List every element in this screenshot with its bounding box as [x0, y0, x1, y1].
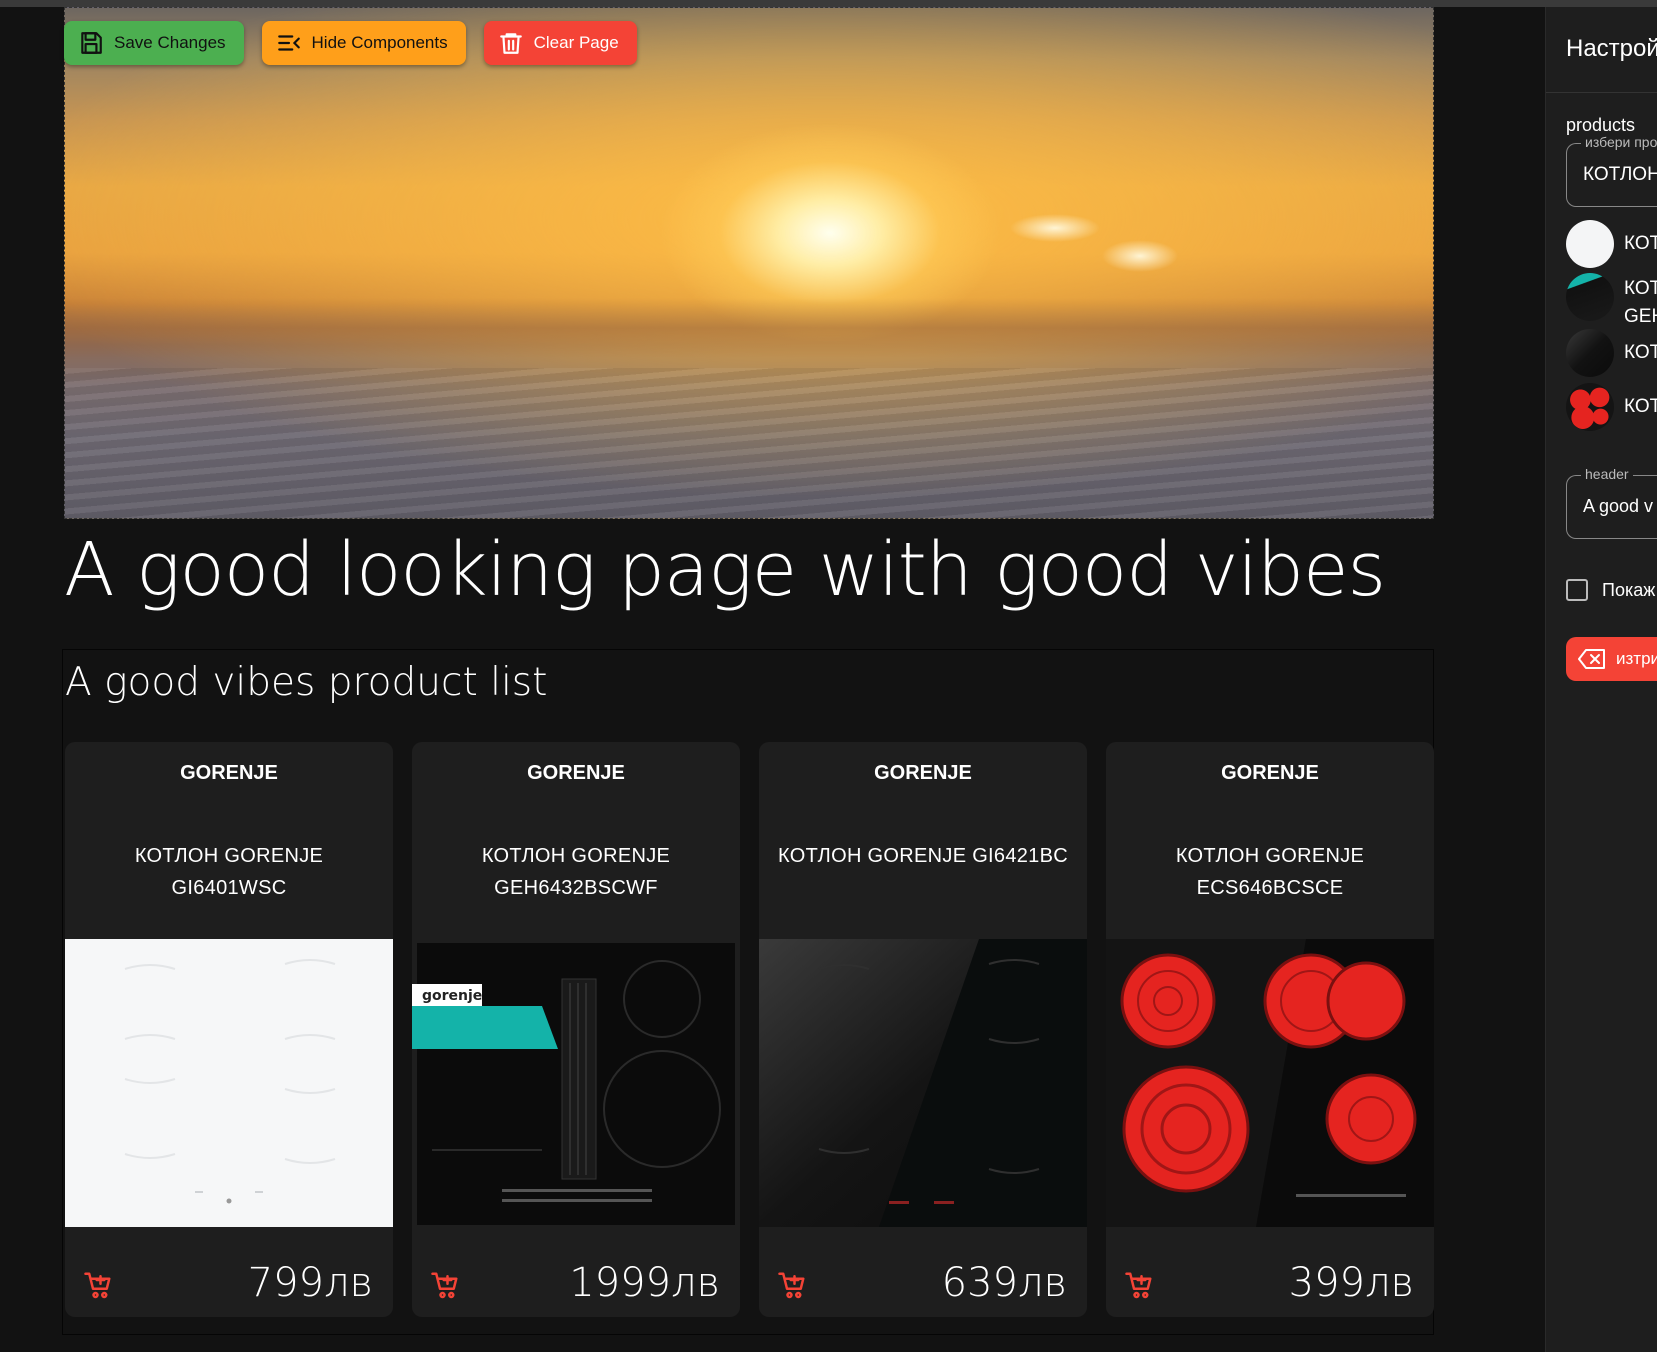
product-option-thumb — [1566, 220, 1614, 268]
product-image: gorenje — [412, 939, 740, 1227]
page-canvas: Save Changes Hide Components Clear Page … — [0, 7, 1545, 1352]
product-option-label: КОТ — [1624, 278, 1657, 299]
settings-panel: Настрой products избери про КОТЛОН КОТ К… — [1545, 7, 1657, 1352]
add-to-cart-icon[interactable] — [1124, 1270, 1154, 1300]
product-list-section: A good vibes product list GORENJE КОТЛОН… — [62, 649, 1434, 1335]
product-image — [1106, 939, 1434, 1227]
product-option-thumb — [1566, 383, 1614, 431]
product-option-label-second-line: GEH — [1624, 306, 1657, 327]
product-cards: GORENJE КОТЛОН GORENJE GI6401WSC 799лв G… — [65, 742, 1434, 1317]
clear-page-label: Clear Page — [533, 33, 619, 52]
product-option-label: КОТ — [1624, 396, 1657, 417]
product-option[interactable]: КОТ — [1566, 220, 1657, 268]
product-option[interactable]: КОТ GEH — [1566, 265, 1657, 331]
product-name: КОТЛОН GORENJE ECS646BCSCE — [1175, 845, 1365, 899]
show-option-label: Покаж — [1602, 579, 1656, 600]
product-list-title: A good vibes product list — [65, 660, 548, 705]
clear-page-button[interactable]: Clear Page — [483, 21, 637, 65]
show-option-checkbox[interactable] — [1566, 579, 1588, 601]
hero-image — [64, 7, 1434, 519]
product-brand: GORENJE — [527, 762, 625, 784]
product-option[interactable]: КОТ — [1566, 329, 1657, 377]
products-select-value: КОТЛОН — [1583, 164, 1657, 185]
trash-icon — [499, 33, 522, 54]
header-field-value: A good v — [1583, 496, 1654, 516]
save-changes-button[interactable]: Save Changes — [64, 21, 244, 65]
product-name: КОТЛОН GORENJE GI6401WSC — [134, 845, 324, 899]
product-option-label: КОТ — [1624, 233, 1657, 254]
product-card[interactable]: GORENJE КОТЛОН GORENJE ECS646BCSCE 399лв — [1106, 742, 1434, 1317]
delete-component-button[interactable]: изтри — [1566, 637, 1657, 681]
product-brand: GORENJE — [1221, 762, 1319, 784]
product-price: 1999лв — [569, 1260, 720, 1306]
backspace-icon — [1578, 649, 1605, 669]
add-to-cart-icon[interactable] — [777, 1270, 807, 1300]
hero-cloud-sea — [65, 368, 1433, 518]
save-changes-label: Save Changes — [114, 33, 226, 52]
svg-text:gorenje: gorenje — [422, 988, 482, 1004]
product-price: 399лв — [1288, 1260, 1414, 1306]
add-to-cart-icon[interactable] — [83, 1270, 113, 1300]
window-top-bar — [0, 0, 1657, 7]
product-price: 799лв — [247, 1260, 373, 1306]
editor-toolbar: Save Changes Hide Components Clear Page — [64, 21, 637, 65]
add-to-cart-icon[interactable] — [430, 1270, 460, 1300]
product-option-thumb — [1566, 273, 1614, 321]
product-option-label: КОТ — [1624, 342, 1657, 363]
product-card[interactable]: GORENJE КОТЛОН GORENJE GEH6432BSCWF gore… — [412, 742, 740, 1317]
header-text-field[interactable]: header A good v — [1566, 466, 1657, 539]
product-brand: GORENJE — [874, 762, 972, 784]
product-name: КОТЛОН GORENJE GI6421BC — [778, 845, 1068, 867]
products-setting-label: products — [1566, 115, 1636, 135]
product-card[interactable]: GORENJE КОТЛОН GORENJE GI6421BC 639лв — [759, 742, 1087, 1317]
floppy-disk-icon — [81, 32, 102, 54]
products-select-legend: избери про — [1581, 134, 1657, 150]
product-option-label-group: КОТ GEH — [1624, 265, 1657, 331]
product-price: 639лв — [941, 1260, 1067, 1306]
product-name: КОТЛОН GORENJE GEH6432BSCWF — [481, 845, 671, 899]
hide-components-label: Hide Components — [311, 33, 448, 52]
hide-components-button[interactable]: Hide Components — [261, 21, 466, 65]
products-select[interactable]: избери про КОТЛОН — [1566, 134, 1657, 207]
show-option-row[interactable]: Покаж — [1566, 579, 1655, 601]
hero-cloud-band — [65, 298, 1433, 358]
page-title: A good looking page with good vibes — [64, 527, 1386, 613]
product-image — [759, 939, 1087, 1227]
panel-divider — [1546, 92, 1657, 93]
delete-component-label: изтри — [1616, 649, 1657, 668]
product-option-thumb — [1566, 329, 1614, 377]
product-image — [65, 939, 393, 1227]
settings-panel-title: Настрой — [1566, 35, 1657, 62]
product-option[interactable]: КОТ — [1566, 383, 1657, 431]
product-brand: GORENJE — [180, 762, 278, 784]
menu-collapse-icon — [277, 35, 300, 51]
header-field-legend: header — [1581, 466, 1633, 482]
product-card[interactable]: GORENJE КОТЛОН GORENJE GI6401WSC 799лв — [65, 742, 393, 1317]
